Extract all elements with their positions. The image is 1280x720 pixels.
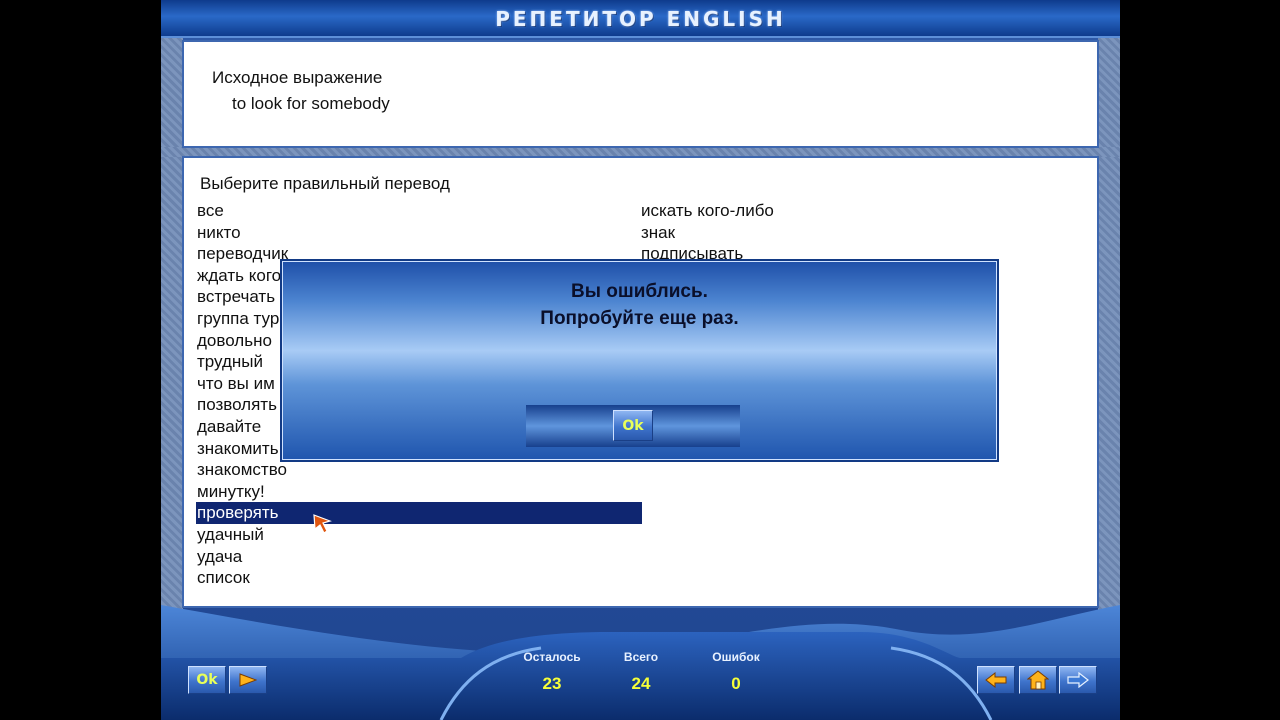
check-ok-button[interactable]: Ok [188,666,226,694]
stat-errors-label: Ошибок [712,650,760,664]
source-label: Исходное выражение [212,68,383,87]
dialog-message-line2: Попробуйте еще раз. [540,308,739,329]
stat-remaining-label: Осталось [523,650,581,664]
dialog-message-line1: Вы ошиблись. [571,281,708,302]
app-title: РЕПЕТИТОР ENGLISH [495,7,786,31]
arrow-right-icon [1067,672,1089,688]
choice-right-item[interactable]: искать кого-либо [640,200,1080,222]
choice-left-item-selected[interactable]: проверять [196,502,642,524]
choice-left-item[interactable]: минутку! [196,481,642,503]
dialog-ok-button[interactable]: Ok [613,410,653,441]
choice-left-item[interactable]: удача [196,546,642,568]
choice-left-item[interactable]: все [196,200,642,222]
choice-left-item[interactable]: никто [196,222,642,244]
stat-errors: Ошибок 0 [686,650,786,694]
choice-left-item[interactable]: список [196,567,642,589]
next-button[interactable] [229,666,267,694]
right-frame-stripe [1098,38,1120,638]
instruction: Выберите правильный перевод [200,174,450,193]
back-button[interactable] [977,666,1015,694]
source-phrase: to look for somebody [232,94,390,113]
choices-right-list: искать кого-либо знак подписывать [640,200,1080,265]
stat-errors-value: 0 [731,674,741,693]
title-bar: РЕПЕТИТОР ENGLISH [161,0,1120,38]
choice-right-item[interactable]: знак [640,222,1080,244]
stat-remaining-value: 23 [542,674,562,693]
home-icon [1027,670,1049,690]
error-dialog: Вы ошиблись. Попробуйте еще раз. Ok [280,259,999,462]
choice-left-item[interactable]: знакомство [196,459,642,481]
stat-remaining: Осталось 23 [502,650,602,694]
source-panel: Исходное выражение to look for somebody [182,40,1099,148]
dialog-button-bar: Ok [526,405,740,447]
left-frame-stripe [161,38,183,638]
forward-button[interactable] [1059,666,1097,694]
choice-left-item[interactable]: удачный [196,524,642,546]
stat-total-value: 24 [631,674,651,693]
mouse-pointer-icon [313,514,332,534]
play-triangle-icon [239,673,257,687]
stat-total-label: Всего [623,650,659,664]
arrow-left-icon [985,672,1007,688]
stat-total: Всего 24 [591,650,691,694]
home-button[interactable] [1019,666,1057,694]
